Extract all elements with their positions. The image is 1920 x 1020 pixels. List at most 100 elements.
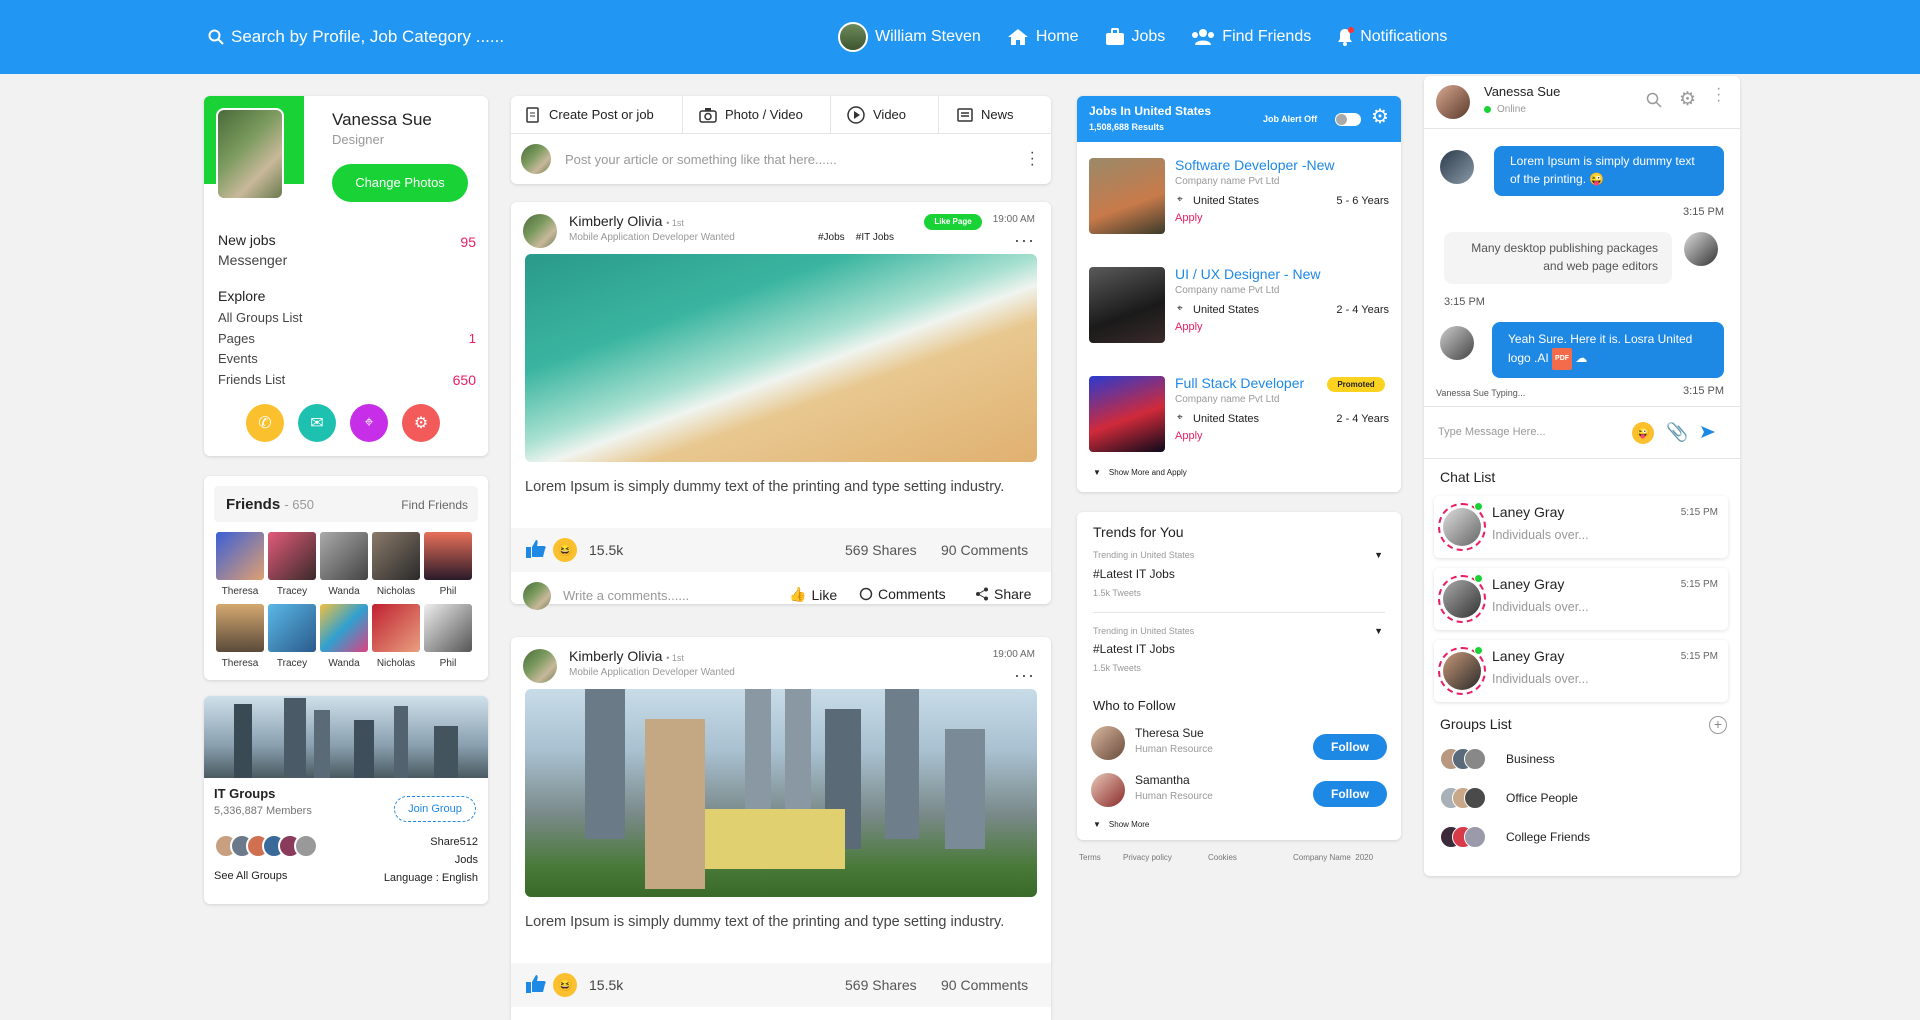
group-cover-image [204,696,488,778]
chat-list-item[interactable]: Laney Gray Individuals over... 5:15 PM [1434,568,1728,630]
search-icon[interactable] [1646,92,1662,108]
post-shares[interactable]: 569 Shares [845,542,917,558]
settings-icon[interactable]: ⚙ [1679,88,1696,111]
friend-tile[interactable]: Nicholas [372,604,420,669]
caret-down-icon[interactable]: ▼ [1374,626,1383,636]
composer-input[interactable]: Post your article or something like that… [565,152,837,167]
caret-down-icon[interactable]: ▼ [1374,550,1383,560]
comment-input[interactable]: Write a comments...... [563,588,689,603]
explore-item[interactable]: All Groups List [218,308,476,329]
show-more-link[interactable]: ▼ Show More [1093,820,1149,829]
see-all-groups-link[interactable]: See All Groups [214,870,287,882]
camera-icon [699,107,717,123]
post-reactions: 15.5k [589,542,624,558]
footer-link[interactable]: Cookies [1208,853,1237,862]
job-title[interactable]: UI / UX Designer - New [1175,266,1320,282]
nav-notifications[interactable]: Notifications [1337,27,1447,46]
chat-list-item[interactable]: Laney Gray Individuals over... 5:15 PM [1434,640,1728,702]
tab-photo-video[interactable]: Photo / Video [683,96,831,133]
friend-tile[interactable]: Wanda [320,532,368,597]
post-shares[interactable]: 569 Shares [845,977,917,993]
post-comments-count[interactable]: 90 Comments [941,542,1028,558]
like-page-button[interactable]: Like Page [924,214,982,230]
friend-tile[interactable]: Tracey [268,532,316,597]
job-title[interactable]: Full Stack Developer [1175,375,1304,391]
share-button[interactable]: Share [975,586,1031,602]
location-icon[interactable]: ⌖ [350,404,388,442]
post-author[interactable]: Kimberly Olivia [569,648,662,664]
job-title[interactable]: Software Developer -New [1175,157,1335,173]
friend-tile[interactable]: Phil [424,604,472,669]
nav-jobs[interactable]: Jobs [1105,28,1165,46]
friend-tile[interactable]: Nicholas [372,532,420,597]
friend-tile[interactable]: Wanda [320,604,368,669]
follow-button[interactable]: Follow [1313,781,1387,807]
tab-video[interactable]: Video [831,96,939,133]
friend-tile[interactable]: Theresa [216,532,264,597]
phone-icon[interactable]: ✆ [246,404,284,442]
laugh-emoji-icon[interactable]: 😆 [553,538,577,562]
emoji-icon[interactable]: 😜 [1632,422,1654,444]
nav-home[interactable]: Home [1007,28,1079,46]
more-vertical-icon[interactable]: · · · [1030,145,1035,173]
trend-tag[interactable]: #Latest IT Jobs [1093,642,1175,656]
cloud-download-icon[interactable]: ☁ [1575,351,1587,365]
pdf-file-icon[interactable]: PDF [1552,348,1573,370]
follow-name[interactable]: Samantha [1135,773,1190,787]
friend-tile[interactable]: Tracey [268,604,316,669]
follow-name[interactable]: Theresa Sue [1135,726,1204,740]
tab-news[interactable]: News [939,96,1051,133]
chat-list-item[interactable]: Laney Gray Individuals over... 5:15 PM [1434,496,1728,558]
comments-button[interactable]: Comments [859,586,946,602]
post-author[interactable]: Kimberly Olivia [569,213,662,229]
footer-link[interactable]: Terms [1079,853,1101,862]
tab-create-post[interactable]: Create Post or job [511,96,683,133]
find-friends-link[interactable]: Find Friends [401,498,468,512]
explore-item[interactable]: Pages 1 [218,329,476,350]
laugh-emoji-icon[interactable]: 😆 [553,973,577,997]
search-box[interactable]: Search by Profile, Job Category ...... [208,27,504,47]
show-more-apply-link[interactable]: ▼ Show More and Apply [1093,468,1187,477]
attachment-icon[interactable]: 📎 [1666,422,1688,443]
thumbs-up-icon[interactable] [525,538,547,560]
footer-link[interactable]: Privacy policy [1123,853,1172,862]
job-apply-link[interactable]: Apply [1175,212,1203,224]
like-button[interactable]: 👍 Like [789,586,837,603]
trend-tag[interactable]: #Latest IT Jobs [1093,567,1175,581]
messenger-link[interactable]: Messenger [218,252,287,268]
explore-item[interactable]: Friends List 650 [218,370,476,391]
nav-user[interactable]: William Steven [838,22,981,52]
gear-icon[interactable]: ⚙ [1371,107,1389,127]
mail-icon[interactable]: ✉ [298,404,336,442]
nav-find-friends[interactable]: Find Friends [1191,28,1311,46]
more-vertical-icon[interactable]: · · · [1716,81,1721,109]
post-tags[interactable]: #Jobs #IT Jobs [818,232,894,243]
post-comments-count[interactable]: 90 Comments [941,977,1028,993]
friend-tile[interactable]: Theresa [216,604,264,669]
join-group-button[interactable]: Join Group [394,796,476,822]
job-apply-link[interactable]: Apply [1175,321,1203,333]
chat-list-name: Laney Gray [1492,504,1565,520]
follow-button[interactable]: Follow [1313,734,1387,760]
more-horizontal-icon[interactable]: ··· [1014,230,1035,251]
job-alert-toggle[interactable] [1335,113,1361,126]
change-photos-button[interactable]: Change Photos [332,164,468,202]
location-icon: ⌖ [1177,412,1183,423]
send-icon[interactable] [1700,424,1716,440]
group-language: Language : English [383,872,478,884]
explore-item[interactable]: Events [218,349,476,370]
more-horizontal-icon[interactable]: ··· [1014,665,1035,686]
message-input[interactable]: Type Message Here... [1438,426,1546,438]
new-jobs-count: 95 [460,234,476,250]
comment-avatar [523,582,551,610]
add-group-icon[interactable]: + [1709,716,1727,734]
group-share: Share512 [430,836,478,848]
settings-icon[interactable]: ⚙ [402,404,440,442]
job-alert-label: Job Alert Off [1263,114,1318,124]
post-degree: • 1st [666,218,684,228]
post-time: 19:00 AM [992,214,1035,225]
job-apply-link[interactable]: Apply [1175,430,1203,442]
friend-tile[interactable]: Phil [424,532,472,597]
thumbs-up-icon[interactable] [525,973,547,995]
chat-list-avatar [1443,508,1481,546]
